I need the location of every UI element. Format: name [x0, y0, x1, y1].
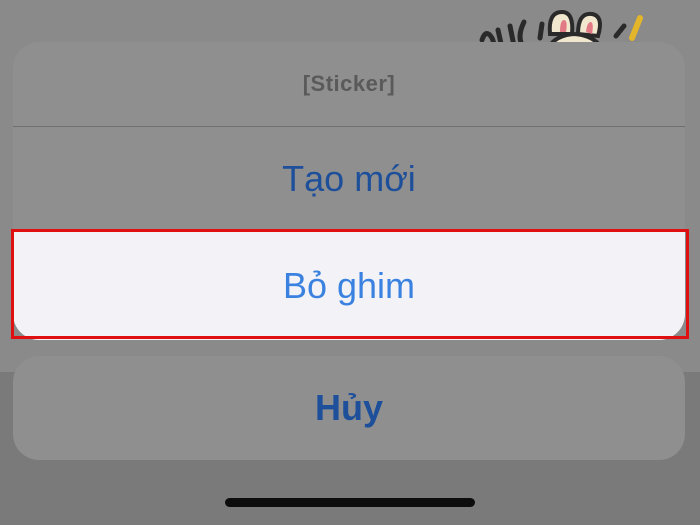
- cancel-button[interactable]: Hủy: [13, 356, 685, 460]
- screen: [Sticker] Tạo mới Bỏ ghim Hủy: [0, 0, 700, 525]
- unpin-button[interactable]: Bỏ ghim: [13, 231, 685, 340]
- home-indicator[interactable]: [225, 498, 475, 507]
- action-sheet-title: [Sticker]: [302, 71, 396, 96]
- create-new-button[interactable]: Tạo mới: [13, 127, 685, 230]
- action-sheet: [Sticker] Tạo mới Bỏ ghim: [13, 42, 685, 340]
